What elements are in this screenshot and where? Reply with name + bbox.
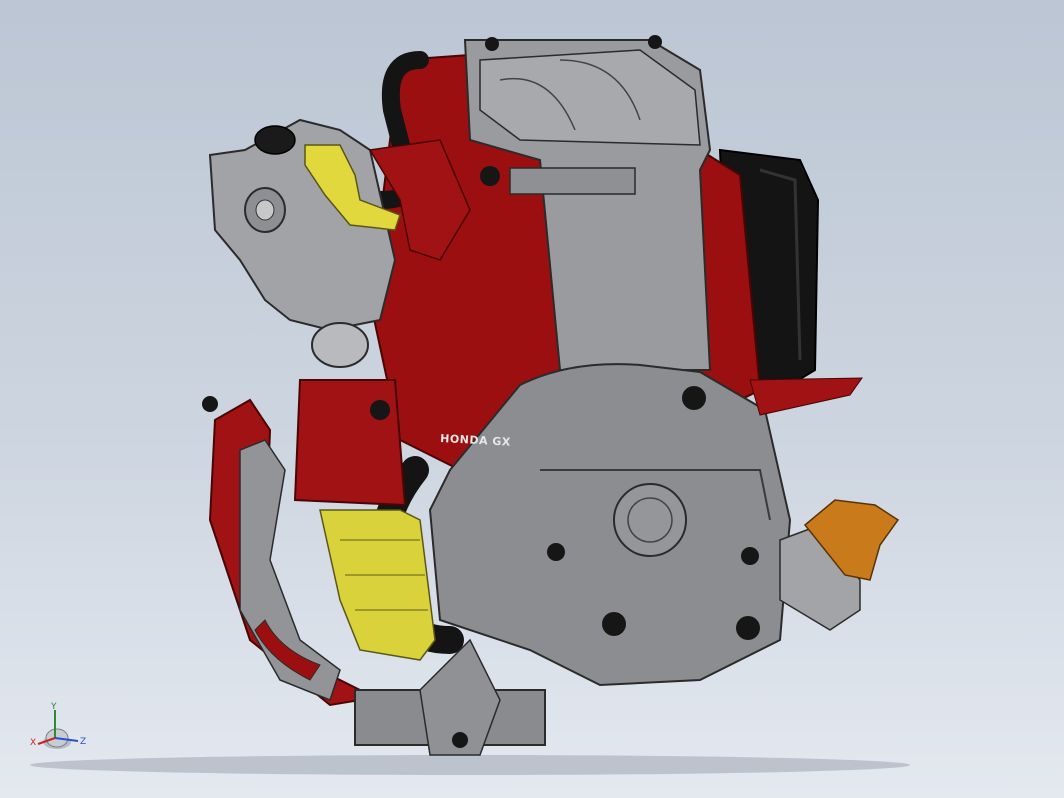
intake-tube[interactable]: [509, 167, 636, 195]
bolt-head-11[interactable]: [452, 732, 468, 748]
choke-knob[interactable]: [254, 125, 296, 155]
engine-3d-model[interactable]: HONDA GX: [0, 0, 1064, 798]
x-axis-label: X: [30, 738, 36, 748]
bolt-head-8[interactable]: [485, 37, 499, 51]
cad-viewport[interactable]: HONDA GX Y X Z: [0, 0, 1064, 798]
shroud-fin-right: [749, 377, 863, 416]
bolt-head-2[interactable]: [682, 386, 706, 410]
bolt-head-10[interactable]: [202, 396, 218, 412]
mount-bracket-red[interactable]: [293, 379, 407, 507]
bolt-head-7[interactable]: [370, 400, 390, 420]
y-axis-label: Y: [50, 702, 57, 712]
bolt-head-1[interactable]: [480, 166, 500, 186]
orientation-triad[interactable]: Y X Z: [22, 698, 92, 758]
bolt-head-9[interactable]: [648, 35, 662, 49]
carburetor-port-inner: [255, 199, 275, 221]
bolt-head-6[interactable]: [741, 547, 759, 565]
flywheel-fins-yellow[interactable]: [319, 509, 436, 661]
bolt-head-5[interactable]: [736, 616, 760, 640]
ground-shadow: [30, 755, 910, 775]
bolt-head-3[interactable]: [547, 543, 565, 561]
primer-bulb[interactable]: [311, 322, 369, 368]
bolt-head-4[interactable]: [602, 612, 626, 636]
crankshaft-boss[interactable]: [613, 483, 687, 557]
z-axis-label: Z: [80, 737, 86, 747]
